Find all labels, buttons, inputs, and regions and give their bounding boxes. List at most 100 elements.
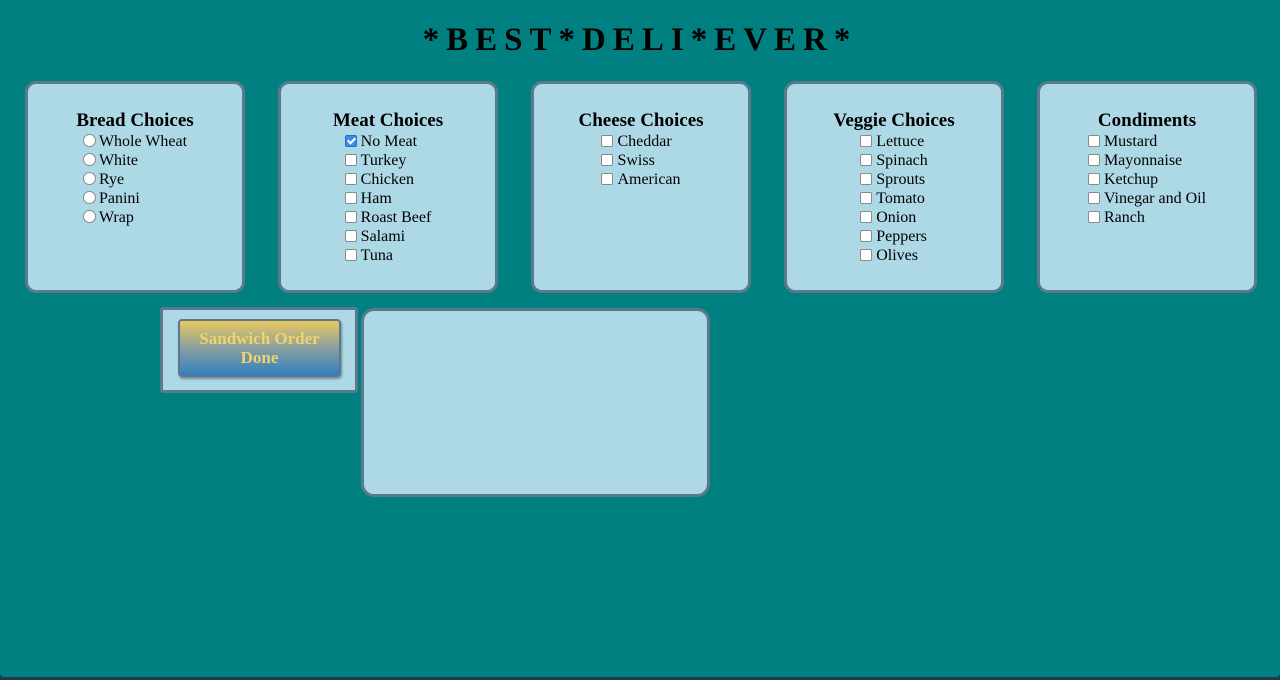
veggie-option-label: Tomato xyxy=(876,190,925,207)
veggie-checkbox-onion[interactable] xyxy=(860,211,873,223)
condiments-option-vinegar-and-oil[interactable]: Vinegar and Oil xyxy=(1087,189,1207,208)
veggie-checkbox-lettuce[interactable] xyxy=(860,135,873,147)
cheese-option-label: Cheddar xyxy=(617,133,672,150)
meat-heading: Meat Choices xyxy=(332,110,444,131)
veggie-option-sprouts[interactable]: Sprouts xyxy=(860,170,928,189)
meat-checkbox-no-meat[interactable] xyxy=(344,135,357,147)
bread-heading: Bread Choices xyxy=(76,110,194,131)
veggie-heading: Veggie Choices xyxy=(833,110,955,131)
veggie-option-label: Onion xyxy=(876,209,917,226)
meat-checkbox-chicken[interactable] xyxy=(344,173,357,185)
bread-radio-panini[interactable] xyxy=(82,191,96,204)
cheese-checkbox-swiss[interactable] xyxy=(601,154,614,166)
veggie-option-label: Sprouts xyxy=(876,171,926,188)
order-button-container: Sandwich Order Done xyxy=(160,307,358,393)
cheese-option-swiss[interactable]: Swiss xyxy=(601,151,680,170)
bread-radio-wrap[interactable] xyxy=(82,210,96,223)
meat-option-label: Ham xyxy=(360,190,392,207)
sandwich-order-done-button[interactable]: Sandwich Order Done xyxy=(178,319,341,377)
meat-checkbox-salami[interactable] xyxy=(344,230,357,242)
cheese-checkbox-american[interactable] xyxy=(601,173,614,185)
meat-option-label: Turkey xyxy=(360,152,407,169)
cheese-option-cheddar[interactable]: Cheddar xyxy=(601,132,680,151)
meat-option-chicken[interactable]: Chicken xyxy=(344,170,432,189)
bread-option-label: Panini xyxy=(98,190,140,207)
veggie-option-label: Lettuce xyxy=(876,133,925,150)
condiments-checkbox-mayonnaise[interactable] xyxy=(1087,154,1100,166)
meat-checkbox-roast-beef[interactable] xyxy=(344,211,357,223)
veggie-checkbox-peppers[interactable] xyxy=(860,230,873,242)
condiments-option-label: Ranch xyxy=(1103,209,1145,226)
condiments-checkbox-ranch[interactable] xyxy=(1087,211,1100,223)
veggie-option-spinach[interactable]: Spinach xyxy=(860,151,928,170)
bread-option-rye[interactable]: Rye xyxy=(82,170,187,189)
condiments-option-ketchup[interactable]: Ketchup xyxy=(1087,170,1206,189)
condiments-option-label: Vinegar and Oil xyxy=(1103,190,1207,207)
veggie-option-label: Spinach xyxy=(876,152,928,169)
veggie-checkbox-tomato[interactable] xyxy=(860,192,873,204)
cheese-option-label: American xyxy=(617,171,681,188)
veggie-option-peppers[interactable]: Peppers xyxy=(860,227,928,246)
meat-option-label: Roast Beef xyxy=(360,209,432,226)
veggie-option-onion[interactable]: Onion xyxy=(860,208,928,227)
meat-checkbox-turkey[interactable] xyxy=(344,154,357,166)
cheese-panel: Cheese Choices Cheddar Swiss American xyxy=(531,81,751,293)
condiments-option-mayonnaise[interactable]: Mayonnaise xyxy=(1087,151,1206,170)
bread-option-wrap[interactable]: Wrap xyxy=(82,208,187,227)
condiments-option-label: Ketchup xyxy=(1103,171,1159,188)
meat-options: No Meat Turkey Chicken Ham Roast Beef Salami T… xyxy=(344,132,432,265)
veggie-option-label: Peppers xyxy=(876,228,927,245)
page-background: *BEST*DELI*EVER* Bread Choices Whole Whe… xyxy=(0,0,1280,677)
veggie-panel: Veggie Choices Lettuce Spinach Sprouts Toma… xyxy=(784,81,1004,293)
veggie-checkbox-olives[interactable] xyxy=(860,249,873,261)
bread-radio-rye[interactable] xyxy=(82,172,96,185)
meat-option-ham[interactable]: Ham xyxy=(344,189,432,208)
bread-option-label: Wrap xyxy=(98,209,134,226)
meat-checkbox-ham[interactable] xyxy=(344,192,357,204)
bread-option-label: Rye xyxy=(98,171,125,188)
veggie-checkbox-sprouts[interactable] xyxy=(860,173,873,185)
bread-options: Whole Wheat White Rye Panini Wrap xyxy=(82,132,187,227)
condiments-checkbox-ketchup[interactable] xyxy=(1087,173,1100,185)
meat-option-label: Salami xyxy=(360,228,406,245)
meat-option-salami[interactable]: Salami xyxy=(344,227,432,246)
condiments-option-ranch[interactable]: Ranch xyxy=(1087,208,1206,227)
veggie-options: Lettuce Spinach Sprouts Tomato Onion Peppers O… xyxy=(860,132,928,265)
bread-option-panini[interactable]: Panini xyxy=(82,189,187,208)
meat-panel: Meat Choices No Meat Turkey Chicken Ham Roas… xyxy=(278,81,498,293)
meat-option-no-meat[interactable]: No Meat xyxy=(344,132,432,151)
condiments-panel: Condiments Mustard Mayonnaise Ketchup Vineg… xyxy=(1037,81,1257,293)
meat-option-roast-beef[interactable]: Roast Beef xyxy=(344,208,432,227)
meat-checkbox-tuna[interactable] xyxy=(344,249,357,261)
meat-option-label: Tuna xyxy=(360,247,393,264)
bread-option-whole-wheat[interactable]: Whole Wheat xyxy=(82,132,187,151)
meat-option-label: Chicken xyxy=(360,171,414,188)
cheese-checkbox-cheddar[interactable] xyxy=(601,135,614,147)
bread-panel: Bread Choices Whole Wheat White Rye Panini W… xyxy=(25,81,245,293)
veggie-option-tomato[interactable]: Tomato xyxy=(860,189,928,208)
cheese-heading: Cheese Choices xyxy=(578,110,704,131)
order-output-box xyxy=(361,308,710,497)
meat-option-turkey[interactable]: Turkey xyxy=(344,151,432,170)
condiments-options: Mustard Mayonnaise Ketchup Vinegar and Oil R… xyxy=(1087,132,1207,227)
cheese-options: Cheddar Swiss American xyxy=(601,132,681,189)
cheese-option-american[interactable]: American xyxy=(601,170,681,189)
bread-option-label: White xyxy=(98,152,139,169)
veggie-option-lettuce[interactable]: Lettuce xyxy=(860,132,928,151)
condiments-checkbox-vinegar-and-oil[interactable] xyxy=(1087,192,1100,204)
condiments-checkbox-mustard[interactable] xyxy=(1087,135,1100,147)
condiments-option-mustard[interactable]: Mustard xyxy=(1087,132,1206,151)
meat-option-tuna[interactable]: Tuna xyxy=(344,246,432,265)
condiments-option-label: Mustard xyxy=(1103,133,1158,150)
condiments-option-label: Mayonnaise xyxy=(1103,152,1183,169)
veggie-option-olives[interactable]: Olives xyxy=(860,246,928,265)
bread-radio-white[interactable] xyxy=(82,153,96,166)
meat-option-label: No Meat xyxy=(360,133,418,150)
bread-radio-whole-wheat[interactable] xyxy=(82,134,96,147)
condiments-heading: Condiments xyxy=(1097,110,1197,131)
page-title: *BEST*DELI*EVER* xyxy=(422,22,858,58)
cheese-option-label: Swiss xyxy=(617,152,655,169)
veggie-option-label: Olives xyxy=(876,247,918,264)
veggie-checkbox-spinach[interactable] xyxy=(860,154,873,166)
bread-option-white[interactable]: White xyxy=(82,151,187,170)
